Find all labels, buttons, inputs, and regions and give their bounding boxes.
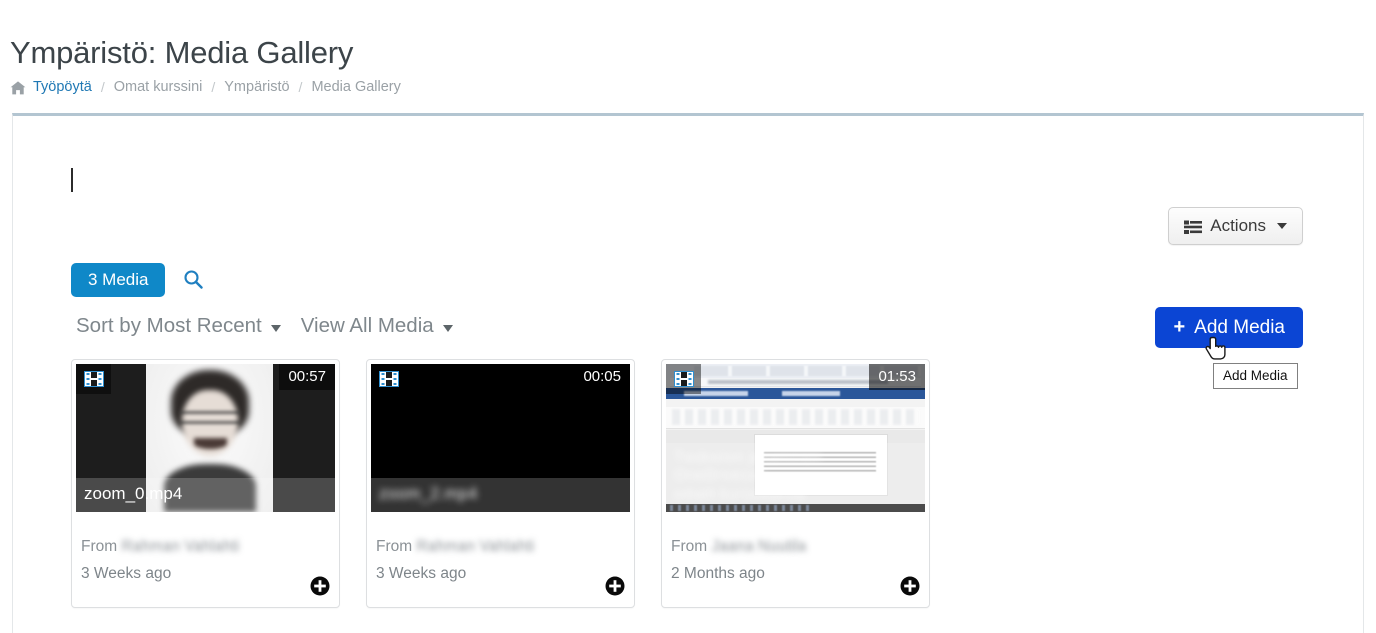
media-author: Rahman Vahlahti: [416, 538, 535, 555]
add-media-button[interactable]: + Add Media: [1155, 307, 1303, 348]
breadcrumb-item-omat-kurssini[interactable]: Omat kurssini: [114, 79, 203, 95]
media-card[interactable]: 01:53 Tiedoston jakaminen OneDrivessa om…: [661, 359, 930, 608]
sort-dropdown-label: Sort by Most Recent: [76, 314, 262, 337]
chevron-down-icon: [442, 324, 453, 332]
breadcrumb-separator: /: [100, 79, 105, 95]
actions-button[interactable]: Actions: [1168, 207, 1303, 245]
plus-circle-icon: [900, 576, 920, 599]
plus-icon: +: [1173, 315, 1186, 338]
breadcrumb: Työpöytä / Omat kurssini / Ympäristö / M…: [10, 79, 401, 95]
media-card-meta: From Jaana Nuutila 2 Months ago: [671, 538, 920, 583]
media-thumbnail[interactable]: 00:57 zoom_0.mp4: [76, 364, 335, 512]
media-date: 3 Weeks ago: [376, 565, 467, 582]
media-card-grid: 00:57 zoom_0.mp4 From Rahman Vahlahti 3 …: [71, 359, 930, 608]
media-title-line-2: omalli kurssikansa: [674, 485, 805, 503]
breadcrumb-item-tyopoyta[interactable]: Työpöytä: [33, 79, 92, 95]
text-caret: [71, 168, 73, 192]
media-date: 2 Months ago: [671, 565, 765, 582]
add-to-collection-button[interactable]: [310, 576, 330, 599]
media-author-line: From Rahman Vahlahti: [81, 538, 330, 556]
film-strip-icon: [76, 364, 111, 394]
view-filter-dropdown[interactable]: View All Media: [301, 314, 453, 338]
film-strip-icon: [666, 364, 701, 394]
media-gallery-page: Ympäristö: Media Gallery Työpöytä / Omat…: [0, 0, 1376, 633]
media-card[interactable]: 00:57 zoom_0.mp4 From Rahman Vahlahti 3 …: [71, 359, 340, 608]
add-to-collection-button[interactable]: [605, 576, 625, 599]
media-thumbnail[interactable]: 01:53 Tiedoston jakaminen OneDrivessa om…: [666, 364, 925, 512]
plus-circle-icon: [605, 576, 625, 599]
add-media-button-label: Add Media: [1194, 316, 1285, 338]
duration-badge: 00:57: [279, 364, 335, 390]
media-count-badge[interactable]: 3 Media: [71, 263, 166, 297]
film-strip-icon: [371, 364, 406, 394]
media-count-row: 3 Media: [71, 263, 205, 297]
plus-circle-icon: [310, 576, 330, 599]
media-author: Rahman Vahlahti: [121, 538, 240, 555]
chevron-down-icon: [270, 324, 281, 332]
media-card[interactable]: 00:05 zoom_2.mp4 From Rahman Vahlahti 3 …: [366, 359, 635, 608]
media-card-meta: From Rahman Vahlahti 3 Weeks ago: [81, 538, 330, 583]
media-gallery-panel: Actions 3 Media Sort by Most Recent View…: [12, 113, 1364, 633]
breadcrumb-separator: /: [298, 79, 303, 95]
sort-dropdown[interactable]: Sort by Most Recent: [76, 314, 281, 338]
breadcrumb-separator: /: [211, 79, 216, 95]
from-label: From: [671, 538, 708, 555]
media-date: 3 Weeks ago: [81, 565, 172, 582]
media-author-line: From Rahman Vahlahti: [376, 538, 625, 556]
duration-badge: 01:53: [869, 364, 925, 390]
actions-button-label: Actions: [1210, 216, 1266, 235]
media-thumbnail[interactable]: 00:05 zoom_2.mp4: [371, 364, 630, 512]
add-media-tooltip: Add Media: [1213, 363, 1298, 389]
breadcrumb-item-media-gallery: Media Gallery: [311, 79, 401, 95]
search-button[interactable]: [181, 267, 205, 294]
view-filter-label: View All Media: [300, 314, 434, 337]
from-label: From: [376, 538, 413, 555]
add-to-collection-button[interactable]: [900, 576, 920, 599]
media-title: zoom_0.mp4: [76, 478, 335, 512]
breadcrumb-item-ymparisto[interactable]: Ympäristö: [224, 79, 289, 95]
media-card-meta: From Rahman Vahlahti 3 Weeks ago: [376, 538, 625, 583]
chevron-down-icon: [1277, 223, 1287, 229]
media-title: Tiedoston jakaminen OneDrivessa omalli k…: [666, 442, 925, 512]
media-title-line-1: Tiedoston jakaminen OneDrivessa: [674, 448, 822, 485]
from-label: From: [81, 538, 118, 555]
media-author: Jaana Nuutila: [711, 538, 807, 555]
media-title: zoom_2.mp4: [371, 478, 630, 512]
search-icon: [183, 269, 204, 292]
duration-badge: 00:05: [574, 364, 630, 390]
media-author-line: From Jaana Nuutila: [671, 538, 920, 556]
page-title: Ympäristö: Media Gallery: [10, 34, 354, 70]
filter-row: Sort by Most Recent View All Media: [76, 314, 453, 338]
home-icon: [10, 81, 26, 95]
tasks-list-icon: [1184, 219, 1203, 234]
